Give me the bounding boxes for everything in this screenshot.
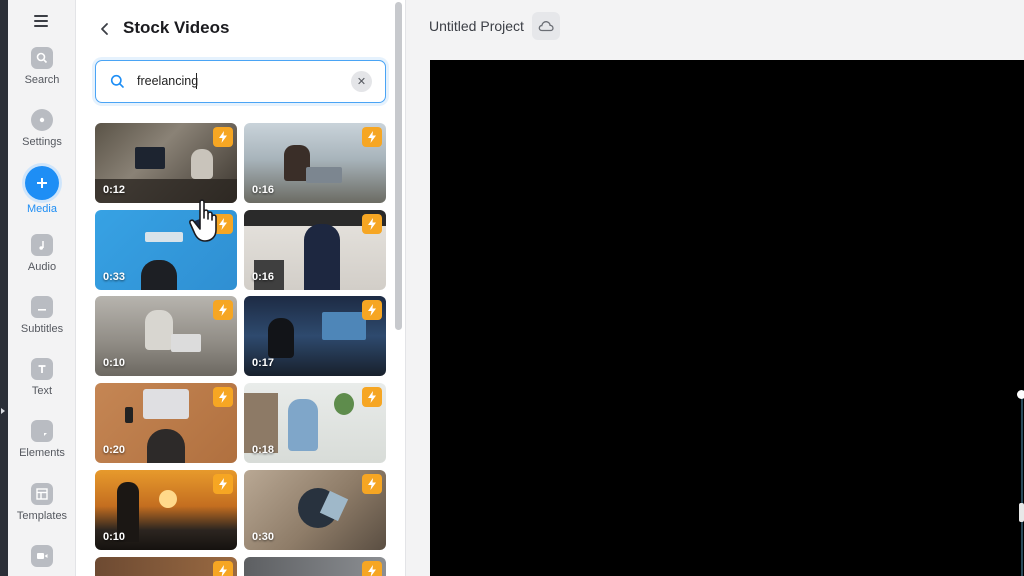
thumbnail-art bbox=[145, 232, 183, 242]
duration-label: 0:16 bbox=[252, 184, 275, 196]
rail-label: Settings bbox=[22, 136, 62, 148]
video-tile[interactable]: 0:18 bbox=[244, 383, 386, 463]
lightning-icon bbox=[362, 387, 382, 407]
video-tile[interactable]: 0:20 bbox=[95, 383, 237, 463]
rail-item-record[interactable] bbox=[8, 545, 76, 567]
lightning-icon bbox=[213, 474, 233, 494]
rail-item-settings[interactable]: Settings bbox=[8, 109, 76, 148]
search-icon bbox=[110, 74, 125, 94]
video-tile[interactable]: 0:10 bbox=[95, 470, 237, 550]
left-edge-strip bbox=[0, 0, 8, 576]
search-input[interactable]: freelancing bbox=[137, 74, 337, 88]
thumbnail-art bbox=[125, 407, 133, 423]
music-note-icon bbox=[31, 234, 53, 256]
rail-label: Subtitles bbox=[20, 323, 64, 335]
thumbnail-art bbox=[306, 167, 342, 183]
expand-arrow-icon[interactable] bbox=[1, 408, 5, 414]
duration-label: 0:30 bbox=[252, 531, 275, 543]
lightning-icon bbox=[362, 474, 382, 494]
duration-label: 0:10 bbox=[103, 357, 126, 369]
duration-label: 0:20 bbox=[103, 444, 126, 456]
rail-label: Text bbox=[31, 385, 53, 397]
thumbnail-art bbox=[288, 399, 318, 451]
plus-icon bbox=[25, 166, 59, 200]
canvas-edge-line bbox=[1021, 398, 1023, 576]
resize-handle-dot[interactable] bbox=[1017, 390, 1024, 399]
thumbnail-art bbox=[191, 149, 213, 179]
video-tile[interactable]: 0:10 bbox=[95, 296, 237, 376]
video-tile[interactable] bbox=[244, 557, 386, 576]
lightning-icon bbox=[362, 300, 382, 320]
video-tile[interactable]: 0:30 bbox=[244, 470, 386, 550]
rail-item-templates[interactable]: Templates bbox=[8, 483, 76, 522]
lightning-icon bbox=[362, 127, 382, 147]
panel-scrollbar[interactable] bbox=[395, 2, 402, 330]
lightning-icon bbox=[213, 300, 233, 320]
clear-search-button[interactable]: ✕ bbox=[351, 71, 372, 92]
duration-label: 0:33 bbox=[103, 271, 126, 283]
duration-label: 0:12 bbox=[103, 184, 126, 196]
rail-label: Audio bbox=[27, 261, 57, 273]
text-caret bbox=[196, 73, 197, 89]
top-bar: Untitled Project bbox=[407, 0, 1024, 52]
thumbnail-art bbox=[141, 260, 177, 290]
duration-label: 0:10 bbox=[103, 531, 126, 543]
lightning-icon bbox=[362, 214, 382, 234]
thumbnail-art bbox=[143, 389, 189, 419]
thumbnail-art bbox=[171, 334, 201, 352]
video-camera-icon bbox=[31, 545, 53, 567]
rail-label: Search bbox=[24, 74, 60, 86]
thumbnail-art bbox=[135, 147, 165, 169]
lightning-icon bbox=[213, 387, 233, 407]
stock-videos-panel: Stock Videos freelancing ✕ 0:12 0:16 0:3… bbox=[76, 0, 406, 576]
elements-icon bbox=[31, 420, 53, 442]
rail-item-search[interactable]: Search bbox=[8, 47, 76, 86]
text-icon bbox=[31, 358, 53, 380]
lightning-icon bbox=[213, 214, 233, 234]
thumbnail-art bbox=[159, 490, 177, 508]
thumbnail-art bbox=[334, 393, 354, 415]
duration-label: 0:17 bbox=[252, 357, 275, 369]
cloud-save-icon[interactable] bbox=[532, 12, 560, 40]
thumbnail-art bbox=[304, 224, 340, 290]
thumbnail-art bbox=[268, 318, 294, 358]
duration-label: 0:16 bbox=[252, 271, 275, 283]
video-canvas[interactable] bbox=[430, 60, 1024, 576]
thumbnail-art bbox=[147, 429, 185, 463]
rail-item-media[interactable]: Media bbox=[8, 166, 76, 215]
gear-icon bbox=[31, 109, 53, 131]
rail-item-subtitles[interactable]: Subtitles bbox=[8, 296, 76, 335]
duration-label: 0:18 bbox=[252, 444, 275, 456]
rail-item-audio[interactable]: Audio bbox=[8, 234, 76, 273]
templates-icon bbox=[31, 483, 53, 505]
resize-handle-bar[interactable] bbox=[1019, 503, 1024, 522]
video-tile[interactable]: 0:17 bbox=[244, 296, 386, 376]
panel-title: Stock Videos bbox=[123, 18, 230, 37]
video-tile[interactable]: 0:33 bbox=[95, 210, 237, 290]
menu-icon[interactable] bbox=[34, 15, 48, 28]
rail-item-text[interactable]: Text bbox=[8, 358, 76, 397]
video-tile[interactable]: 0:16 bbox=[244, 210, 386, 290]
rail-label: Elements bbox=[19, 447, 65, 459]
lightning-icon bbox=[213, 127, 233, 147]
lightning-icon bbox=[362, 561, 382, 576]
lightning-icon bbox=[213, 561, 233, 576]
search-icon bbox=[31, 47, 53, 69]
video-tile[interactable]: 0:16 bbox=[244, 123, 386, 203]
search-field[interactable]: freelancing ✕ bbox=[95, 60, 386, 103]
nav-rail: Search Settings Media Audio Subtitles Te… bbox=[8, 0, 76, 576]
rail-label: Media bbox=[27, 203, 57, 215]
project-name[interactable]: Untitled Project bbox=[429, 18, 524, 34]
thumbnail-art bbox=[322, 312, 366, 340]
subtitles-icon bbox=[31, 296, 53, 318]
rail-item-elements[interactable]: Elements bbox=[8, 420, 76, 459]
rail-label: Templates bbox=[16, 510, 68, 522]
video-tile[interactable]: 0:12 bbox=[95, 123, 237, 203]
thumbnail-art bbox=[145, 310, 173, 350]
back-chevron-icon[interactable] bbox=[98, 19, 116, 39]
video-tile[interactable] bbox=[95, 557, 237, 576]
